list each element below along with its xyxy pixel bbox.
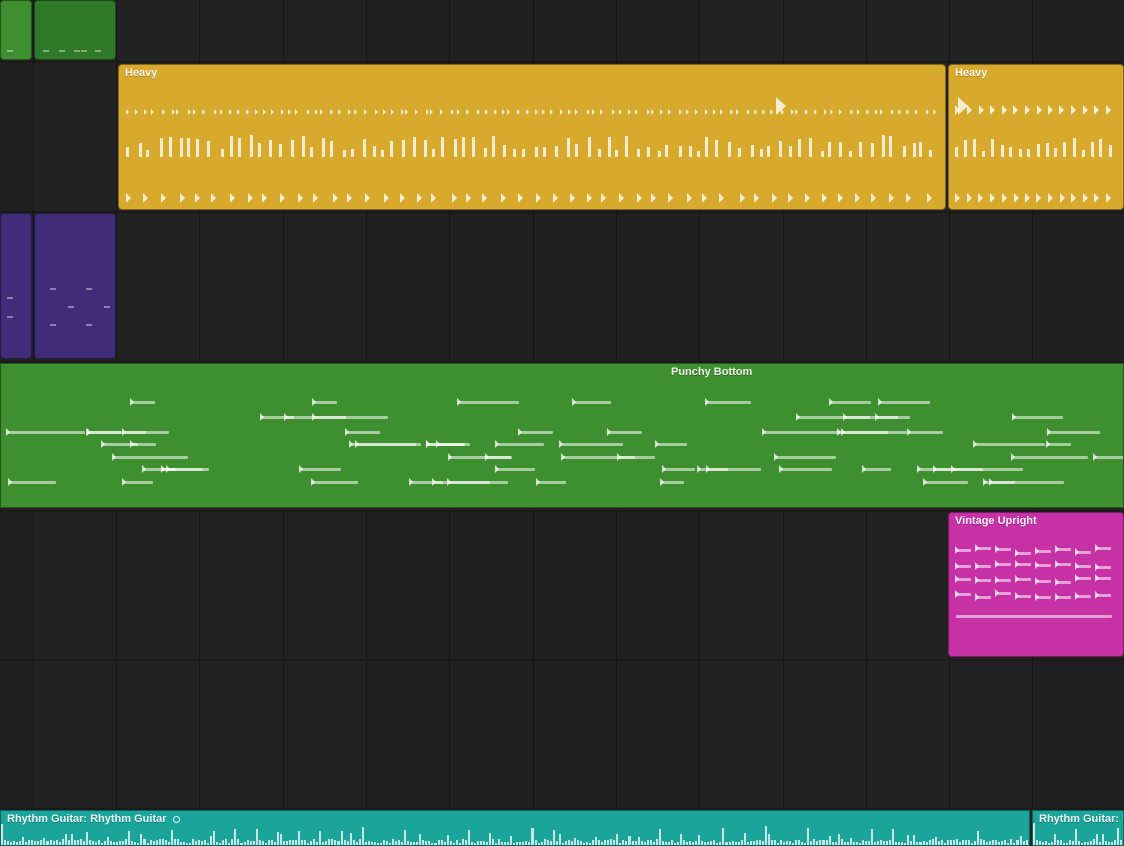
- region-label: Rhythm Guitar: Rhythm Guitar: [7, 813, 180, 825]
- region-midi-purple-1[interactable]: [0, 213, 32, 359]
- region-drummer-heavy-1[interactable]: Heavy: [118, 64, 946, 210]
- loop-indicator-icon: [173, 816, 180, 823]
- arrange-area[interactable]: Heavy Heavy Punchy Bottom Vintage U: [0, 0, 1124, 846]
- region-drummer-heavy-2[interactable]: Heavy: [948, 64, 1124, 210]
- region-midi-vintage-upright[interactable]: Vintage Upright: [948, 512, 1124, 657]
- region-midi-green-1[interactable]: [0, 0, 32, 60]
- region-midi-green-2[interactable]: [34, 0, 116, 60]
- region-midi-punchy-bottom[interactable]: Punchy Bottom: [0, 363, 1124, 508]
- region-audio-rhythm-guitar-2[interactable]: Rhythm Guitar: Rh: [1032, 810, 1124, 846]
- region-label: Heavy: [125, 67, 157, 79]
- region-audio-rhythm-guitar-1[interactable]: Rhythm Guitar: Rhythm Guitar: [0, 810, 1030, 846]
- region-midi-purple-2[interactable]: [34, 213, 116, 359]
- region-label: Punchy Bottom: [671, 366, 752, 378]
- region-label: Heavy: [955, 67, 987, 79]
- region-label: Rhythm Guitar: Rh: [1039, 813, 1124, 825]
- region-label: Vintage Upright: [955, 515, 1037, 527]
